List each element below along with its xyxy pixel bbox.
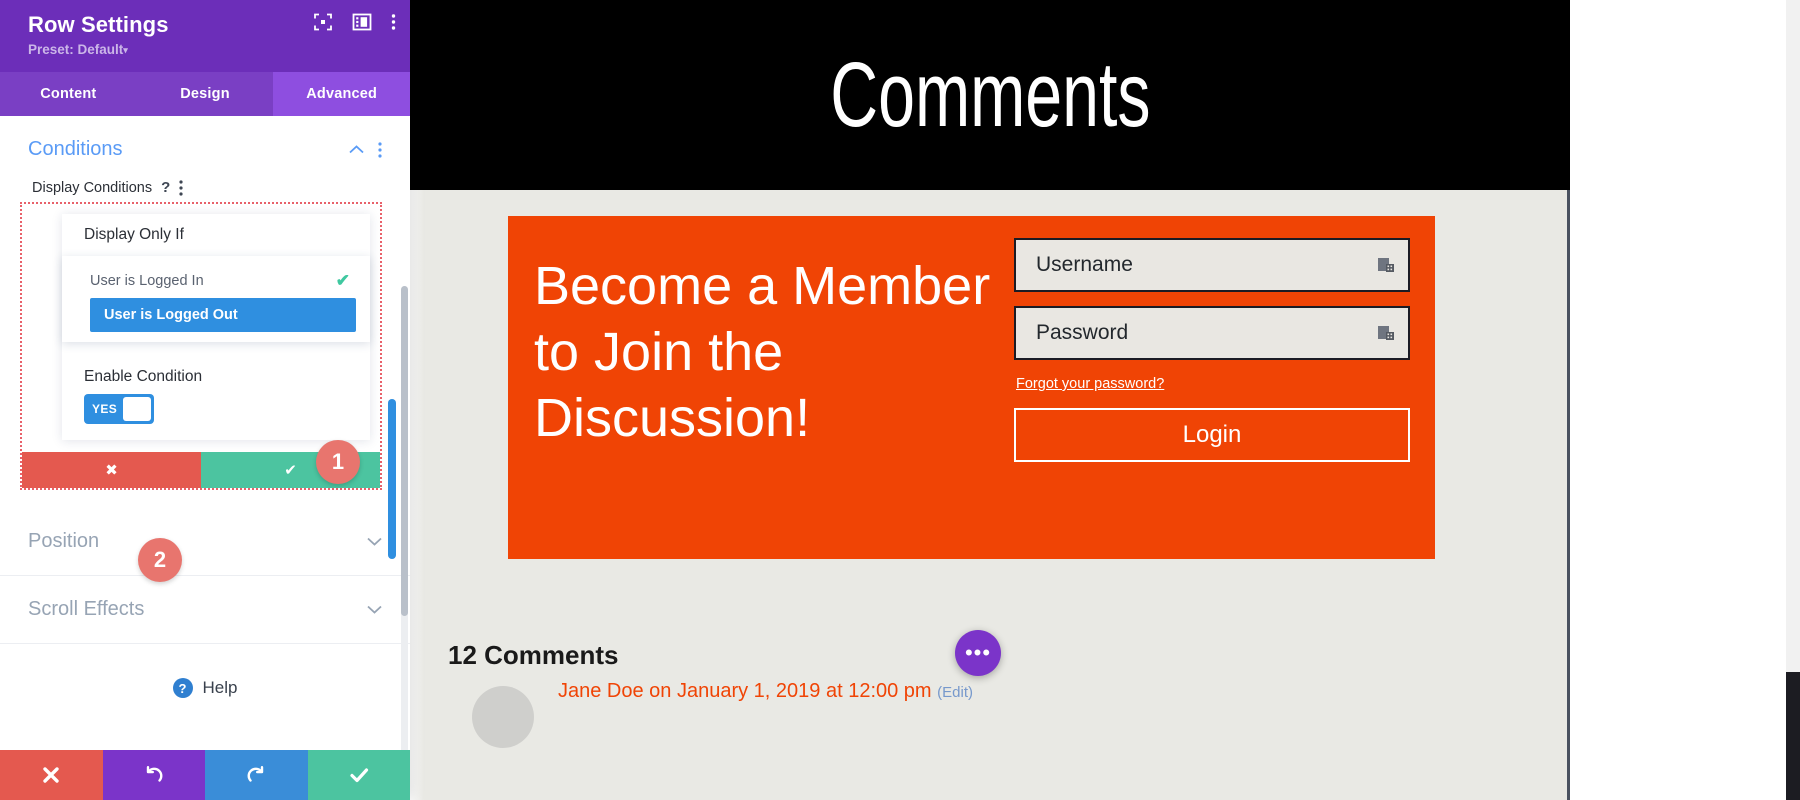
hero-banner: Comments (410, 0, 1570, 190)
comment-author-and-date: Jane Doe on January 1, 2019 at 12:00 pm (558, 680, 932, 702)
redo-icon (247, 766, 264, 782)
tab-advanced[interactable]: Advanced (273, 72, 411, 116)
section-header-position[interactable]: Position (0, 508, 410, 576)
divi-builder-screen: Row Settings Preset: Default▾ Content De… (0, 0, 1800, 800)
display-conditions-label-row: Display Conditions ? (0, 167, 410, 202)
check-icon (350, 768, 368, 783)
toggle-value-label: YES (92, 402, 118, 416)
form-field-icon (1378, 258, 1394, 272)
focus-frame-icon[interactable] (313, 12, 333, 32)
panel-scrollbar[interactable] (401, 286, 408, 750)
section-title-scroll-effects: Scroll Effects (28, 598, 145, 620)
password-field[interactable]: Password (1014, 306, 1410, 360)
redo-button[interactable] (205, 750, 308, 800)
page-scrollbar[interactable] (1786, 0, 1800, 800)
layout-panel-icon[interactable] (352, 12, 372, 32)
cta-text-column: Become a Member to Join the Discussion! (508, 216, 1008, 559)
close-icon (43, 767, 59, 783)
page-left-edge (410, 190, 424, 800)
panel-body: Conditions Display Conditions ? Display … (0, 116, 410, 750)
scrollbar-thumb[interactable] (1786, 672, 1800, 800)
option-user-is-logged-in[interactable]: User is Logged In ✔ (62, 264, 370, 298)
panel-preset-selector[interactable]: Preset: Default▾ (28, 40, 394, 61)
section-header-scroll-effects[interactable]: Scroll Effects (0, 576, 410, 644)
password-placeholder: Password (1036, 321, 1129, 344)
option-user-is-logged-out[interactable]: User is Logged Out (90, 298, 356, 332)
scrollbar-thumb[interactable] (401, 286, 408, 616)
page-title: Comments (829, 43, 1151, 146)
condition-options-dropdown: User is Logged In ✔ User is Logged Out (62, 256, 370, 342)
chevron-down-icon[interactable] (367, 537, 382, 546)
help-icon[interactable]: ? (161, 179, 170, 196)
panel-footer (0, 750, 410, 800)
panel-header: Row Settings Preset: Default▾ (0, 0, 410, 72)
username-field[interactable]: Username (1014, 238, 1410, 292)
scrollbar-thumb[interactable] (388, 399, 396, 559)
discard-button[interactable] (0, 750, 103, 800)
forgot-password-link[interactable]: Forgot your password? (1016, 376, 1164, 392)
panel-header-icons (313, 12, 396, 32)
comment-meta: Jane Doe on January 1, 2019 at 12:00 pm … (558, 680, 973, 703)
display-conditions-label: Display Conditions (32, 179, 153, 196)
panel-preset-label: Preset: Default (28, 42, 124, 57)
kebab-menu-icon[interactable] (378, 141, 382, 158)
section-title-conditions: Conditions (28, 138, 123, 160)
undo-icon (146, 766, 163, 782)
callout-badge-2: 2 (138, 538, 182, 582)
undo-button[interactable] (102, 750, 205, 800)
save-button[interactable] (307, 750, 410, 800)
toggle-knob (123, 397, 151, 421)
display-conditions-field: Display Conditions ? Display Only If Use… (0, 167, 410, 582)
form-field-icon (1378, 326, 1394, 340)
row-settings-panel: Row Settings Preset: Default▾ Content De… (0, 0, 411, 800)
help-icon: ? (172, 678, 193, 698)
comment-edit-link[interactable]: (Edit) (937, 684, 973, 701)
conditions-inner-scrollbar[interactable] (388, 399, 396, 559)
membership-cta-row: Become a Member to Join the Discussion! … (508, 216, 1435, 559)
cta-heading: Become a Member to Join the Discussion! (534, 256, 991, 448)
kebab-menu-icon[interactable] (391, 12, 396, 32)
option-label: User is Logged Out (104, 307, 238, 323)
tab-design[interactable]: Design (137, 72, 274, 116)
condition-card: Display Only If User is Logged In ✔ User… (62, 214, 370, 440)
help-label: Help (202, 678, 238, 697)
display-only-if-label: Display Only If (84, 226, 184, 243)
comments-count: 12 Comments (448, 640, 619, 670)
section-header-icons-conditions (349, 141, 382, 158)
chevron-down-icon[interactable] (367, 605, 382, 614)
page-preview: Comments Become a Member to Join the Dis… (410, 0, 1800, 800)
chevron-up-icon[interactable] (349, 145, 364, 154)
builder-fab-button[interactable]: ••• (955, 630, 1001, 676)
callout-badge-1: 1 (316, 440, 360, 484)
settings-tabs: Content Design Advanced (0, 72, 411, 116)
section-title-position: Position (28, 530, 100, 552)
section-header-conditions[interactable]: Conditions (0, 116, 410, 167)
condition-cancel-button[interactable]: ✖ (22, 452, 201, 488)
help-link[interactable]: ? Help (0, 644, 410, 732)
chevron-down-icon: ▾ (123, 45, 128, 55)
avatar (472, 686, 534, 748)
enable-condition-label: Enable Condition (84, 368, 203, 385)
login-button[interactable]: Login (1014, 408, 1410, 462)
login-form-column: Username Password Forgot your password? … (1008, 216, 1435, 559)
preview-right-gutter (1570, 0, 1800, 800)
kebab-menu-icon[interactable] (179, 179, 183, 196)
tab-content[interactable]: Content (0, 72, 137, 116)
username-placeholder: Username (1036, 253, 1133, 276)
option-label: User is Logged In (90, 273, 204, 289)
check-icon: ✔ (335, 271, 350, 290)
enable-condition-toggle[interactable]: YES (84, 394, 154, 424)
